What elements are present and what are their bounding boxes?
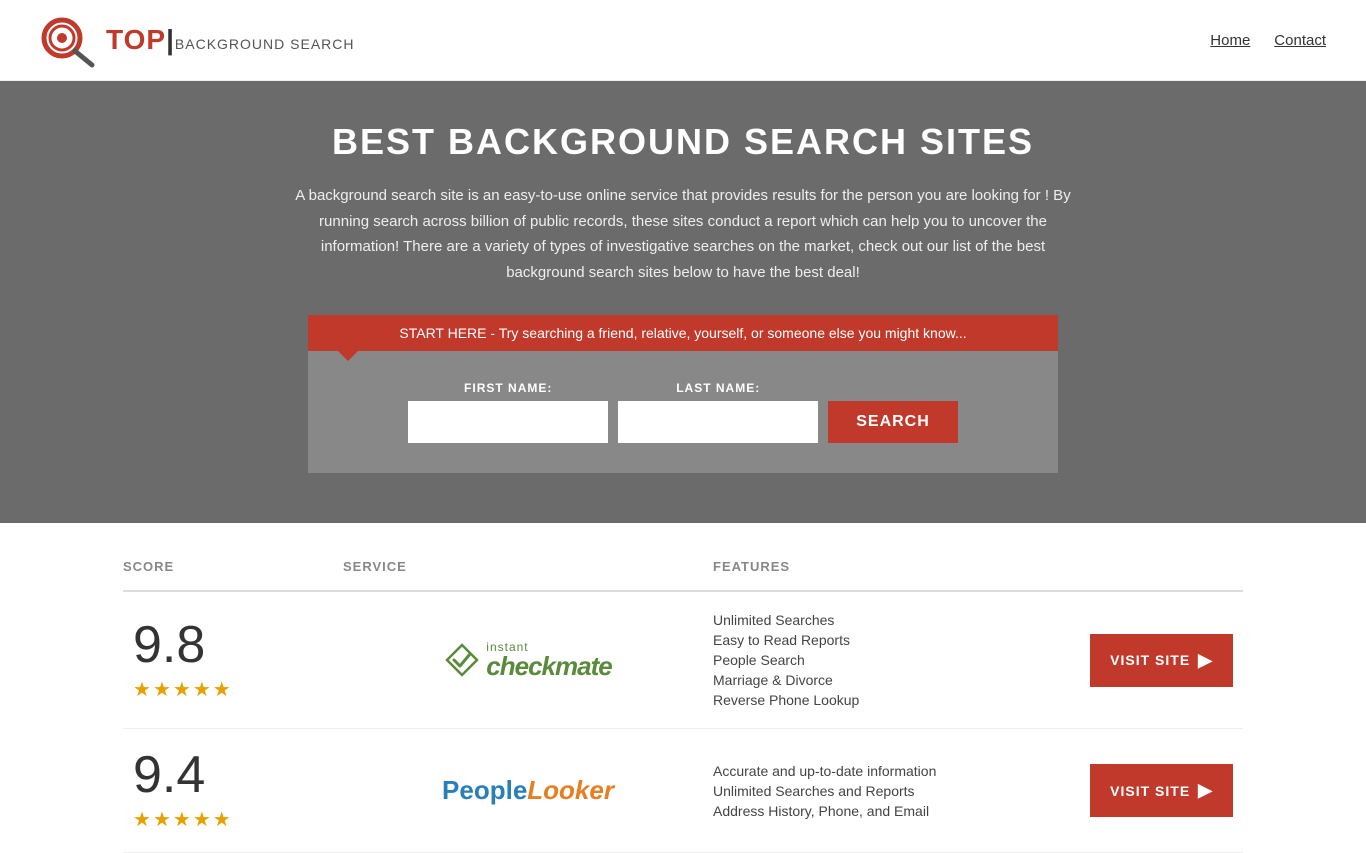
last-name-group: LAST NAME:	[618, 381, 818, 443]
col-features: FEATURES	[713, 559, 1083, 574]
stars-2: ★ ★ ★ ★ ★	[133, 807, 231, 832]
checkmate-svg-icon	[444, 642, 480, 678]
score-cell-2: 9.4 ★ ★ ★ ★ ★	[123, 749, 343, 832]
header: TOP|BACKGROUND SEARCH Home Contact	[0, 0, 1366, 81]
star-5: ★	[213, 807, 231, 832]
logo-sub-word: BACKGROUND SEARCH	[175, 36, 355, 52]
hero-description: A background search site is an easy-to-u…	[293, 183, 1073, 285]
checkmate-text: instant checkmate	[486, 641, 611, 679]
visit-label-2: VISIT SITE	[1110, 783, 1190, 799]
feature-item: Unlimited Searches	[713, 612, 1083, 628]
features-cell-1: Unlimited Searches Easy to Read Reports …	[713, 612, 1083, 708]
visit-label-1: VISIT SITE	[1110, 652, 1190, 668]
col-action	[1083, 559, 1243, 574]
star-1: ★	[133, 807, 151, 832]
star-4: ★	[193, 677, 211, 702]
last-name-label: LAST NAME:	[618, 381, 818, 395]
star-3: ★	[173, 677, 191, 702]
star-2: ★	[153, 807, 171, 832]
feature-item: Marriage & Divorce	[713, 672, 1083, 688]
score-number-1: 9.8	[133, 619, 205, 671]
people-text: People	[442, 775, 527, 805]
search-form-container: FIRST NAME: LAST NAME: SEARCH	[308, 351, 1058, 473]
looker-text: Looker	[527, 775, 614, 805]
visit-site-button-1[interactable]: VISIT SITE ▶	[1090, 634, 1233, 687]
main-nav: Home Contact	[1210, 32, 1326, 49]
service-cell-2: PeopleLooker	[343, 761, 713, 821]
search-form: FIRST NAME: LAST NAME: SEARCH	[328, 381, 1038, 443]
col-score: SCORE	[123, 559, 343, 574]
checkmate-big: checkmate	[486, 653, 611, 679]
score-number-2: 9.4	[133, 749, 205, 801]
start-banner: START HERE - Try searching a friend, rel…	[308, 315, 1058, 351]
visit-site-button-2[interactable]: VISIT SITE ▶	[1090, 764, 1233, 817]
feature-item: Address History, Phone, and Email	[713, 803, 1083, 819]
star-3: ★	[173, 807, 191, 832]
people-looker-text: PeopleLooker	[442, 775, 614, 806]
feature-item: Reverse Phone Lookup	[713, 692, 1083, 708]
table-header: SCORE SERVICE FEATURES	[123, 543, 1243, 592]
logo-area: TOP|BACKGROUND SEARCH	[40, 10, 355, 70]
peoplelooker-logo: PeopleLooker	[442, 761, 614, 821]
hero-title: BEST BACKGROUND SEARCH SITES	[20, 121, 1346, 163]
visit-cell-2: VISIT SITE ▶	[1083, 764, 1243, 817]
checkmate-logo: instant checkmate	[444, 630, 611, 690]
nav-home[interactable]: Home	[1210, 32, 1250, 49]
feature-item: Accurate and up-to-date information	[713, 763, 1083, 779]
star-5: ★	[213, 677, 231, 702]
star-1: ★	[133, 677, 151, 702]
logo-text: TOP|BACKGROUND SEARCH	[106, 24, 355, 56]
first-name-input[interactable]	[408, 401, 608, 443]
star-2: ★	[153, 677, 171, 702]
last-name-input[interactable]	[618, 401, 818, 443]
col-service: SERVICE	[343, 559, 713, 574]
arrow-icon-2: ▶	[1198, 780, 1213, 801]
visit-cell-1: VISIT SITE ▶	[1083, 634, 1243, 687]
hero-section: BEST BACKGROUND SEARCH SITES A backgroun…	[0, 81, 1366, 523]
feature-item: Easy to Read Reports	[713, 632, 1083, 648]
score-cell-1: 9.8 ★ ★ ★ ★ ★	[123, 619, 343, 702]
nav-contact[interactable]: Contact	[1274, 32, 1326, 49]
table-row: 9.4 ★ ★ ★ ★ ★ PeopleLooker Accurate and …	[123, 729, 1243, 853]
logo-brand: TOP|BACKGROUND SEARCH	[106, 24, 355, 56]
logo-icon	[40, 10, 100, 70]
table-row: 9.8 ★ ★ ★ ★ ★ instant checkmate	[123, 592, 1243, 729]
feature-item: People Search	[713, 652, 1083, 668]
arrow-icon-1: ▶	[1198, 650, 1213, 671]
first-name-group: FIRST NAME:	[408, 381, 608, 443]
service-cell-1: instant checkmate	[343, 630, 713, 690]
logo-top-word: TOP	[106, 24, 166, 55]
results-section: SCORE SERVICE FEATURES 9.8 ★ ★ ★ ★ ★	[83, 543, 1283, 853]
first-name-label: FIRST NAME:	[408, 381, 608, 395]
feature-item: Unlimited Searches and Reports	[713, 783, 1083, 799]
features-cell-2: Accurate and up-to-date information Unli…	[713, 763, 1083, 819]
star-4: ★	[193, 807, 211, 832]
search-button[interactable]: SEARCH	[828, 401, 958, 443]
stars-1: ★ ★ ★ ★ ★	[133, 677, 231, 702]
